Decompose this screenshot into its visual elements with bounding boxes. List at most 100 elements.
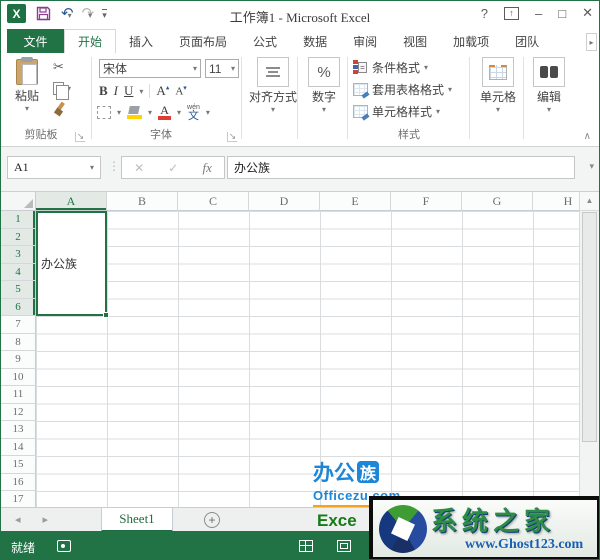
bold-button[interactable]: B	[99, 83, 108, 99]
tab-file[interactable]: 文件	[7, 29, 64, 53]
formula-bar-resizer-icon[interactable]: ⋮	[108, 159, 120, 173]
expand-formula-bar-icon[interactable]: ▾	[589, 161, 594, 172]
cells-group-button[interactable]: 单元格 ▾	[475, 57, 521, 114]
editing-group-button[interactable]: 编辑 ▾	[529, 57, 569, 114]
increase-font-button[interactable]: A▴	[156, 83, 169, 99]
cells-area[interactable]: 办公族	[36, 211, 579, 508]
format-painter-icon[interactable]	[53, 102, 67, 116]
font-color-icon[interactable]: A	[158, 105, 171, 120]
scrollbar-thumb[interactable]	[582, 212, 597, 442]
confirm-entry-icon[interactable]: ✓	[168, 161, 178, 175]
tab-page-layout[interactable]: 页面布局	[166, 29, 240, 53]
copy-icon[interactable]	[53, 82, 64, 95]
alignment-group-button[interactable]: 对齐方式 ▾	[249, 57, 297, 114]
row-header-16[interactable]: 16	[1, 474, 36, 492]
normal-view-icon[interactable]	[299, 540, 313, 552]
fill-color-dropdown-icon[interactable]: ▾	[148, 108, 152, 117]
tab-review[interactable]: 审阅	[340, 29, 390, 53]
column-header-h[interactable]: H	[533, 192, 579, 211]
row-header-9[interactable]: 9	[1, 351, 36, 369]
sheet-nav-right-icon[interactable]: ▸	[43, 513, 49, 526]
font-dialog-launcher-icon[interactable]: ↘	[227, 132, 237, 142]
insert-function-icon[interactable]: fx	[203, 160, 212, 176]
vertical-scrollbar[interactable]: ▲	[579, 192, 599, 508]
close-icon[interactable]: ✕	[582, 5, 593, 21]
row-header-17[interactable]: 17	[1, 491, 36, 508]
column-header-f[interactable]: F	[391, 192, 462, 211]
shrink-caret-icon: ▾	[183, 84, 187, 92]
paste-dropdown-icon[interactable]: ▾	[9, 104, 45, 113]
format-as-table-button[interactable]: 套用表格格式 ▾	[353, 80, 452, 98]
cancel-entry-icon[interactable]: ✕	[134, 161, 144, 175]
row-header-13[interactable]: 13	[1, 421, 36, 439]
minimize-icon[interactable]: –	[535, 6, 542, 21]
ribbon-display-options-icon[interactable]: ↑	[504, 7, 519, 20]
number-group-button[interactable]: % 数字 ▾	[303, 57, 345, 114]
cut-icon[interactable]: ✂	[53, 59, 64, 75]
column-header-g[interactable]: G	[462, 192, 533, 211]
borders-icon[interactable]	[97, 106, 111, 119]
macro-record-icon[interactable]	[57, 540, 71, 552]
italic-button[interactable]: I	[114, 83, 118, 99]
help-icon[interactable]: ?	[481, 6, 488, 21]
column-header-d[interactable]: D	[249, 192, 320, 211]
font-name-dropdown-icon[interactable]: ▾	[193, 64, 197, 73]
decrease-font-button[interactable]: A▾	[175, 84, 186, 98]
formula-input[interactable]: 办公族	[227, 156, 575, 179]
underline-dropdown-icon[interactable]: ▾	[139, 87, 143, 96]
tab-team[interactable]: 团队	[502, 29, 552, 53]
maximize-icon[interactable]: □	[558, 6, 566, 21]
paste-button[interactable]: 粘贴 ▾	[9, 59, 45, 113]
underline-button[interactable]: U	[124, 83, 133, 99]
phonetic-guide-icon[interactable]: wén文	[187, 103, 200, 121]
row-header-15[interactable]: 15	[1, 456, 36, 474]
sheet-tab-sheet1[interactable]: Sheet1	[101, 508, 173, 532]
row-header-3[interactable]: 3	[1, 246, 36, 264]
page-layout-view-icon[interactable]	[337, 540, 351, 552]
clipboard-group-label: 剪贴板	[11, 126, 71, 142]
column-header-e[interactable]: E	[320, 192, 391, 211]
name-box-dropdown-icon[interactable]: ▾	[84, 163, 100, 172]
row-header-14[interactable]: 14	[1, 439, 36, 457]
paste-label: 粘贴	[9, 87, 45, 104]
fill-handle[interactable]	[103, 312, 109, 318]
cell-styles-button[interactable]: 单元格样式 ▾	[353, 102, 440, 120]
select-all-button[interactable]	[1, 192, 36, 211]
format-as-table-dropdown-icon: ▾	[448, 85, 452, 94]
tab-insert[interactable]: 插入	[116, 29, 166, 53]
scroll-up-icon[interactable]: ▲	[580, 192, 599, 211]
new-sheet-icon[interactable]: +	[204, 512, 220, 528]
conditional-formatting-button[interactable]: = 条件格式 ▾	[353, 58, 428, 76]
font-size-combo[interactable]: 11 ▾	[205, 59, 239, 78]
selected-merged-cell-a1[interactable]: 办公族	[36, 211, 107, 316]
tab-addins[interactable]: 加载项	[440, 29, 502, 53]
row-header-8[interactable]: 8	[1, 334, 36, 352]
tab-view[interactable]: 视图	[390, 29, 440, 53]
row-header-6[interactable]: 6	[1, 299, 36, 317]
column-header-a[interactable]: A	[36, 192, 107, 211]
phonetic-dropdown-icon[interactable]: ▾	[206, 108, 210, 117]
row-header-2[interactable]: 2	[1, 229, 36, 247]
font-size-dropdown-icon[interactable]: ▾	[231, 64, 235, 73]
collapse-ribbon-icon[interactable]: ∧	[584, 131, 591, 142]
row-header-11[interactable]: 11	[1, 386, 36, 404]
tab-formulas[interactable]: 公式	[240, 29, 290, 53]
name-box[interactable]: A1 ▾	[7, 156, 101, 179]
fill-color-icon[interactable]	[127, 106, 142, 119]
row-header-1[interactable]: 1	[1, 211, 36, 229]
column-header-c[interactable]: C	[178, 192, 249, 211]
sheet-nav-left-icon[interactable]: ◂	[15, 513, 21, 526]
row-header-4[interactable]: 4	[1, 264, 36, 282]
column-header-b[interactable]: B	[107, 192, 178, 211]
row-header-7[interactable]: 7	[1, 316, 36, 334]
row-header-12[interactable]: 12	[1, 404, 36, 422]
tab-data[interactable]: 数据	[290, 29, 340, 53]
font-name-combo[interactable]: 宋体 ▾	[99, 59, 201, 78]
row-header-5[interactable]: 5	[1, 281, 36, 299]
clipboard-dialog-launcher-icon[interactable]: ↘	[75, 132, 85, 142]
more-tabs-icon[interactable]: ▸	[586, 33, 597, 51]
font-color-dropdown-icon[interactable]: ▾	[177, 108, 181, 117]
borders-dropdown-icon[interactable]: ▾	[117, 108, 121, 117]
tab-home[interactable]: 开始	[64, 29, 116, 53]
row-header-10[interactable]: 10	[1, 369, 36, 387]
